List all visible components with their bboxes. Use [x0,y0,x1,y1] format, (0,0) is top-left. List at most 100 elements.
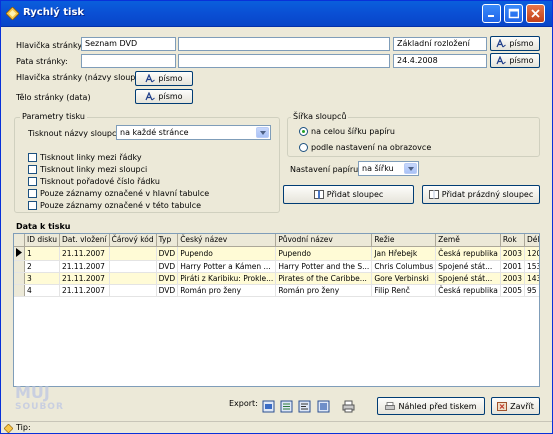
column-header[interactable]: Délka [524,234,539,247]
export-html-icon[interactable] [262,400,275,413]
radio-full-width[interactable]: na celou šířku papíru [299,127,395,136]
table-row[interactable]: 1 21.11.2007 DVD Pupendo Pupendo Jan Hře… [14,246,539,261]
table-cell[interactable]: Chris Columbus [371,260,437,273]
minimize-button[interactable] [482,4,501,23]
table-cell[interactable]: 2005 [500,284,525,297]
column-header[interactable]: Český název [177,234,277,247]
table-cell[interactable]: 95 [524,284,539,297]
table-cell[interactable] [109,272,157,285]
page-footer-field-center[interactable] [178,54,390,68]
table-cell[interactable]: 143 [524,272,539,285]
table-cell[interactable]: DVD [156,272,179,285]
add-column-button[interactable]: Přidat sloupec [283,185,414,204]
status-bar: Tip: [1,421,552,434]
table-cell[interactable]: Román pro ženy [177,284,277,297]
add-empty-column-button[interactable]: Přidat prázdný sloupec [422,185,540,204]
table-cell[interactable]: Harry Potter a Kámen ... [177,260,277,273]
table-cell[interactable]: Román pro ženy [275,284,373,297]
table-cell[interactable]: 21.11.2007 [59,246,110,261]
check-column-lines[interactable]: Tisknout linky mezi sloupci [28,165,147,174]
table-row[interactable]: 2 21.11.2007 DVD Harry Potter a Kámen ..… [14,260,539,273]
column-header[interactable]: ID disku [24,234,60,247]
chevron-down-icon[interactable] [404,163,417,174]
table-cell[interactable]: DVD [156,260,179,273]
export-xml-icon[interactable] [317,400,330,413]
body-data-font-button[interactable]: písmo [135,89,193,104]
radio-icon[interactable] [299,127,308,136]
checkbox-icon[interactable] [28,177,37,186]
checkbox-icon[interactable] [28,165,37,174]
table-cell[interactable]: 153 [524,260,539,273]
column-header[interactable]: Původní název [275,234,373,247]
checkbox-icon[interactable] [28,153,37,162]
radio-icon[interactable] [299,143,308,152]
radio-full-width-label: na celou šířku papíru [311,127,395,136]
print-preview-button[interactable]: Náhled před tiskem [377,397,485,415]
table-cell[interactable] [109,246,157,261]
radio-screen-width[interactable]: podle nastavení na obrazovce [299,143,431,152]
chevron-down-icon[interactable] [256,127,269,138]
table-cell[interactable]: Spojené stát... [435,260,501,273]
column-header[interactable]: Čárový kód [109,234,157,247]
paper-select[interactable]: na šířku [358,161,419,176]
column-header[interactable]: Režie [371,234,437,247]
check-main-marked[interactable]: Pouze záznamy označené v hlavní tabulce [28,189,209,198]
page-footer-field-right[interactable]: 24.4.2008 [393,54,487,68]
table-row[interactable]: 4 21.11.2007 DVD Román pro ženy Román pr… [14,284,539,297]
print-icon[interactable] [342,400,355,413]
close-button[interactable]: Zavřít [491,397,540,415]
data-grid[interactable]: ID disku Dat. vložení Čárový kód Typ Čes… [13,233,540,387]
table-cell[interactable]: Harry Potter and the S... [275,260,373,273]
table-cell[interactable]: 2003 [500,272,525,285]
table-cell[interactable]: Filip Renč [371,284,437,297]
table-cell[interactable]: 4 [24,284,60,297]
table-cell[interactable]: 3 [24,272,60,285]
table-cell[interactable]: DVD [156,246,179,261]
column-header[interactable]: Rok [500,234,525,247]
table-cell[interactable]: Pupendo [275,246,373,261]
table-cell[interactable] [109,284,157,297]
close-window-button[interactable] [526,4,545,23]
table-cell[interactable]: Gore Verbinski [371,272,437,285]
table-cell[interactable]: Jan Hřebejk [371,246,437,261]
table-cell[interactable]: 1 [24,246,60,261]
export-text-icon[interactable] [298,400,311,413]
export-excel-icon[interactable] [280,400,293,413]
check-row-lines[interactable]: Tisknout linky mezi řádky [28,153,142,162]
table-cell[interactable]: Spojené stát... [435,272,501,285]
checkbox-icon[interactable] [28,189,37,198]
page-header-field-right[interactable]: Základní rozložení [393,37,487,51]
table-cell[interactable]: Pirates of the Caribbe... [275,272,373,285]
page-footer-font-button[interactable]: písmo [490,53,540,68]
table-cell[interactable]: Pupendo [177,246,277,261]
page-header-field-left[interactable]: Seznam DVD [81,37,176,51]
table-cell[interactable]: 2003 [500,246,525,261]
paper-value: na šířku [362,164,394,173]
table-row[interactable]: 3 21.11.2007 DVD Piráti z Karibiku: Prok… [14,272,539,285]
maximize-button[interactable] [504,4,523,23]
column-names-select[interactable]: na každé stránce [116,125,271,140]
table-cell[interactable]: DVD [156,284,179,297]
table-cell[interactable]: Česká republika [435,284,501,297]
column-header[interactable]: Dat. vložení [59,234,110,247]
tip-icon [4,424,13,433]
column-header[interactable]: Země [435,234,501,247]
column-header[interactable]: Typ [156,234,179,247]
check-row-number[interactable]: Tisknout pořadové číslo řádku [28,177,160,186]
check-this-marked[interactable]: Pouze záznamy označené v této tabulce [28,201,201,210]
table-cell[interactable]: 2 [24,260,60,273]
checkbox-icon[interactable] [28,201,37,210]
column-header-font-button[interactable]: písmo [135,71,193,86]
table-cell[interactable]: Česká republika [435,246,501,261]
page-footer-field-left[interactable] [81,54,176,68]
table-cell[interactable] [109,260,157,273]
table-cell[interactable]: 21.11.2007 [59,260,110,273]
page-header-field-center[interactable] [178,37,390,51]
add-column-label: Přidat sloupec [326,190,384,199]
table-cell[interactable]: 120 [524,246,539,261]
table-cell[interactable]: 2001 [500,260,525,273]
table-cell[interactable]: 21.11.2007 [59,284,110,297]
table-cell[interactable]: Piráti z Karibiku: Prokle... [177,272,277,285]
table-cell[interactable]: 21.11.2007 [59,272,110,285]
page-header-font-button[interactable]: písmo [490,36,540,51]
